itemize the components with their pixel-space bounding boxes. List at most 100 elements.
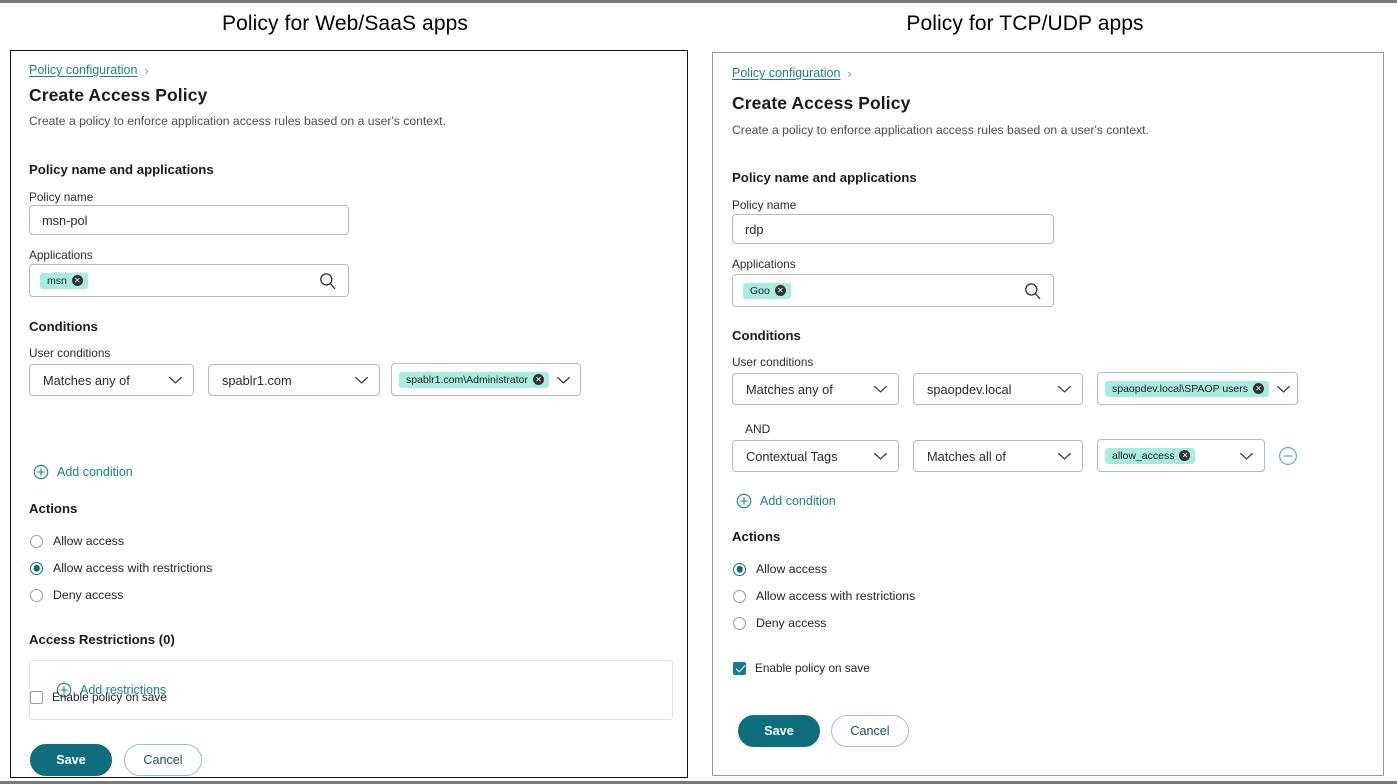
policy-name-input[interactable]: rdp [732,214,1054,244]
radio-allow-access-with-restrictions[interactable]: Allow access with restrictions [30,561,212,575]
search-icon[interactable] [1023,281,1042,300]
condition-domain-select[interactable]: spablr1.com [208,364,380,396]
radio-label: Allow access with restrictions [53,561,212,575]
close-icon[interactable]: ✕ [533,374,544,385]
condition-domain-select[interactable]: spaopdev.local [913,373,1083,405]
chevron-right-icon: › [144,64,148,77]
condition-match-select[interactable]: Matches any of [29,364,194,396]
save-button[interactable]: Save [738,715,820,747]
chevron-down-icon [167,375,184,385]
breadcrumb: Policy configuration › [732,66,852,80]
applications-search-input[interactable]: msn ✕ [29,264,349,297]
radio-label: Deny access [53,588,123,602]
condition-tag-chip[interactable]: allow_access ✕ [1105,448,1195,464]
condition-user-chip-label: spaopdev.local\SPAOP users [1112,383,1248,395]
chevron-down-icon [555,375,572,385]
application-chip[interactable]: msn ✕ [40,273,88,289]
plus-circle-icon [736,493,752,509]
radio-label: Allow access [53,534,124,548]
radio-allow-access[interactable]: Allow access [733,562,827,576]
application-chip[interactable]: Goo ✕ [743,283,791,299]
page-subtitle: Create a policy to enforce application a… [732,123,1149,137]
condition-match-select[interactable]: Matches any of [732,373,899,405]
chevron-down-icon [353,375,370,385]
radio-allow-access[interactable]: Allow access [30,534,124,548]
condition-user-chip[interactable]: spablr1.com\Administrator ✕ [399,372,549,388]
condition-domain-value: spaopdev.local [927,382,1011,397]
condition-user-chip-label: spablr1.com\Administrator [406,374,528,386]
enable-policy-on-save-checkbox[interactable]: Enable policy on save [733,661,870,675]
enable-policy-on-save-checkbox[interactable]: Enable policy on save [30,690,167,704]
section-policy-name-applications: Policy name and applications [29,162,214,177]
applications-search-input[interactable]: Goo ✕ [732,274,1054,307]
condition-users-select[interactable]: spaopdev.local\SPAOP users ✕ [1097,372,1298,405]
add-condition-button[interactable]: Add condition [33,464,133,480]
chevron-down-icon [872,451,889,461]
application-chip-label: msn [47,275,67,287]
condition-users-select[interactable]: spablr1.com\Administrator ✕ [391,363,581,396]
search-icon[interactable] [318,271,337,290]
condition-tags-select[interactable]: allow_access ✕ [1097,439,1265,472]
enable-policy-label: Enable policy on save [755,661,870,675]
right-panel-title: Policy for TCP/UDP apps [700,12,1350,36]
access-restrictions-heading: Access Restrictions (0) [29,632,175,647]
add-condition-label: Add condition [760,494,836,508]
section-conditions: Conditions [29,319,98,334]
radio-indicator [733,563,746,576]
radio-indicator [30,589,43,602]
section-conditions: Conditions [732,328,801,343]
screenshot-root: Policy for Web/SaaS apps Policy for TCP/… [0,0,1397,784]
add-condition-label: Add condition [57,465,133,479]
page-subtitle: Create a policy to enforce application a… [29,114,446,128]
condition-operator-select[interactable]: Matches all of [913,440,1083,472]
close-icon[interactable]: ✕ [1253,383,1264,394]
policy-name-value: rdp [745,222,764,237]
section-actions: Actions [732,529,780,544]
condition-match-value: Matches any of [746,382,833,397]
close-icon[interactable]: ✕ [775,285,786,296]
policy-name-label: Policy name [732,198,796,212]
chevron-down-icon [872,384,889,394]
condition-match-value: Matches any of [43,373,130,388]
application-chip-label: Goo [750,285,770,297]
chevron-down-icon [1056,451,1073,461]
chevron-down-icon [1238,451,1255,461]
left-panel-title: Policy for Web/SaaS apps [0,12,690,36]
radio-allow-access-with-restrictions[interactable]: Allow access with restrictions [733,589,915,603]
breadcrumb-policy-configuration-link[interactable]: Policy configuration [29,63,137,77]
page-title: Create Access Policy [732,93,910,114]
section-policy-name-applications: Policy name and applications [732,170,917,185]
chevron-right-icon: › [847,67,851,80]
cancel-button[interactable]: Cancel [831,715,909,747]
condition-user-chip[interactable]: spaopdev.local\SPAOP users ✕ [1105,381,1269,397]
applications-label: Applications [29,248,93,262]
plus-circle-icon [33,464,49,480]
applications-label: Applications [732,257,796,271]
top-divider [0,0,1397,3]
breadcrumb: Policy configuration › [29,63,149,77]
policy-name-value: msn-pol [42,213,88,228]
add-condition-button[interactable]: Add condition [736,493,836,509]
radio-deny-access[interactable]: Deny access [30,588,123,602]
cancel-button[interactable]: Cancel [124,744,202,776]
close-icon[interactable]: ✕ [1179,450,1190,461]
remove-condition-button[interactable] [1278,446,1298,466]
close-icon[interactable]: ✕ [72,275,83,286]
tcp-udp-policy-panel: Policy configuration › Create Access Pol… [712,52,1384,776]
radio-indicator [30,562,43,575]
page-title: Create Access Policy [29,85,207,106]
breadcrumb-policy-configuration-link[interactable]: Policy configuration [732,66,840,80]
radio-indicator [733,617,746,630]
radio-deny-access[interactable]: Deny access [733,616,826,630]
web-saas-policy-panel: Policy configuration › Create Access Pol… [10,50,688,778]
policy-name-input[interactable]: msn-pol [29,205,349,235]
condition-type-select[interactable]: Contextual Tags [732,440,899,472]
condition-type-value: Contextual Tags [746,449,838,464]
checkbox-indicator [30,691,43,704]
save-button[interactable]: Save [30,744,112,776]
radio-label: Allow access [756,562,827,576]
radio-indicator [733,590,746,603]
checkbox-indicator [733,662,746,675]
section-actions: Actions [29,501,77,516]
and-operator-label: AND [745,422,770,436]
